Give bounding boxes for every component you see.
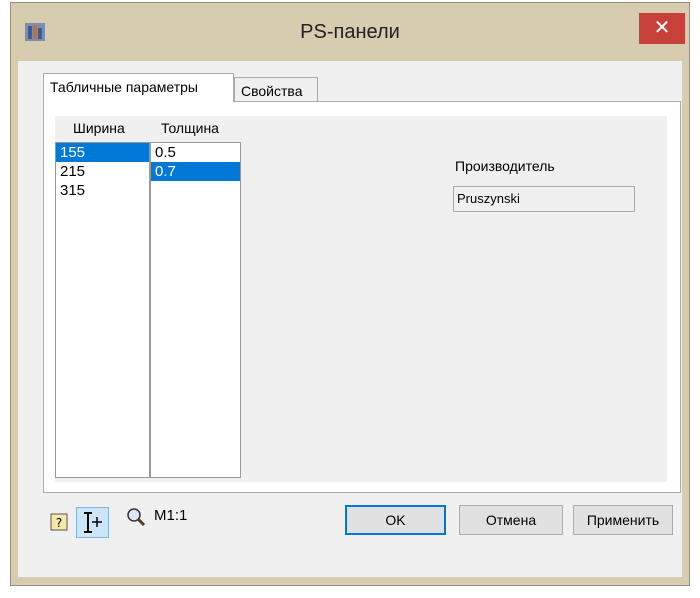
width-header: Ширина	[73, 120, 125, 136]
manufacturer-label: Производитель	[455, 158, 555, 174]
close-button[interactable]: ✕	[639, 13, 685, 44]
list-item[interactable]: 155	[56, 143, 149, 162]
list-item[interactable]: 0.7	[151, 162, 240, 181]
list-item[interactable]: 0.5	[151, 143, 240, 162]
dialog-window: PS-панели ✕ Табличные параметры Свойства…	[10, 2, 690, 586]
ok-button[interactable]: OK	[345, 505, 446, 535]
scale-label: M1:1	[154, 507, 188, 524]
title-bar[interactable]: PS-панели ✕	[11, 3, 689, 61]
thickness-listbox[interactable]: 0.5 0.7	[150, 142, 241, 478]
cancel-button[interactable]: Отмена	[459, 505, 563, 535]
manufacturer-field: Pruszynski	[453, 186, 635, 212]
thickness-header: Толщина	[161, 120, 219, 136]
tab-properties[interactable]: Свойства	[234, 77, 318, 103]
tab-table-params[interactable]: Табличные параметры	[43, 73, 234, 102]
list-item[interactable]: 215	[56, 162, 149, 181]
help-icon[interactable]: ?	[50, 513, 68, 531]
tab-panel: Ширина 155 215 315 Толщина 0.5 0.7 Произ…	[43, 101, 681, 493]
zoom-icon[interactable]	[126, 507, 146, 527]
apply-button[interactable]: Применить	[573, 505, 673, 535]
dialog-client-area: Табличные параметры Свойства Ширина 155 …	[18, 61, 682, 577]
dimension-tool-icon[interactable]	[76, 507, 109, 538]
svg-text:?: ?	[56, 516, 62, 530]
list-item[interactable]: 315	[56, 181, 149, 200]
width-listbox[interactable]: 155 215 315	[55, 142, 150, 478]
params-area: Ширина 155 215 315 Толщина 0.5 0.7 Произ…	[55, 116, 667, 482]
window-title: PS-панели	[300, 21, 400, 43]
